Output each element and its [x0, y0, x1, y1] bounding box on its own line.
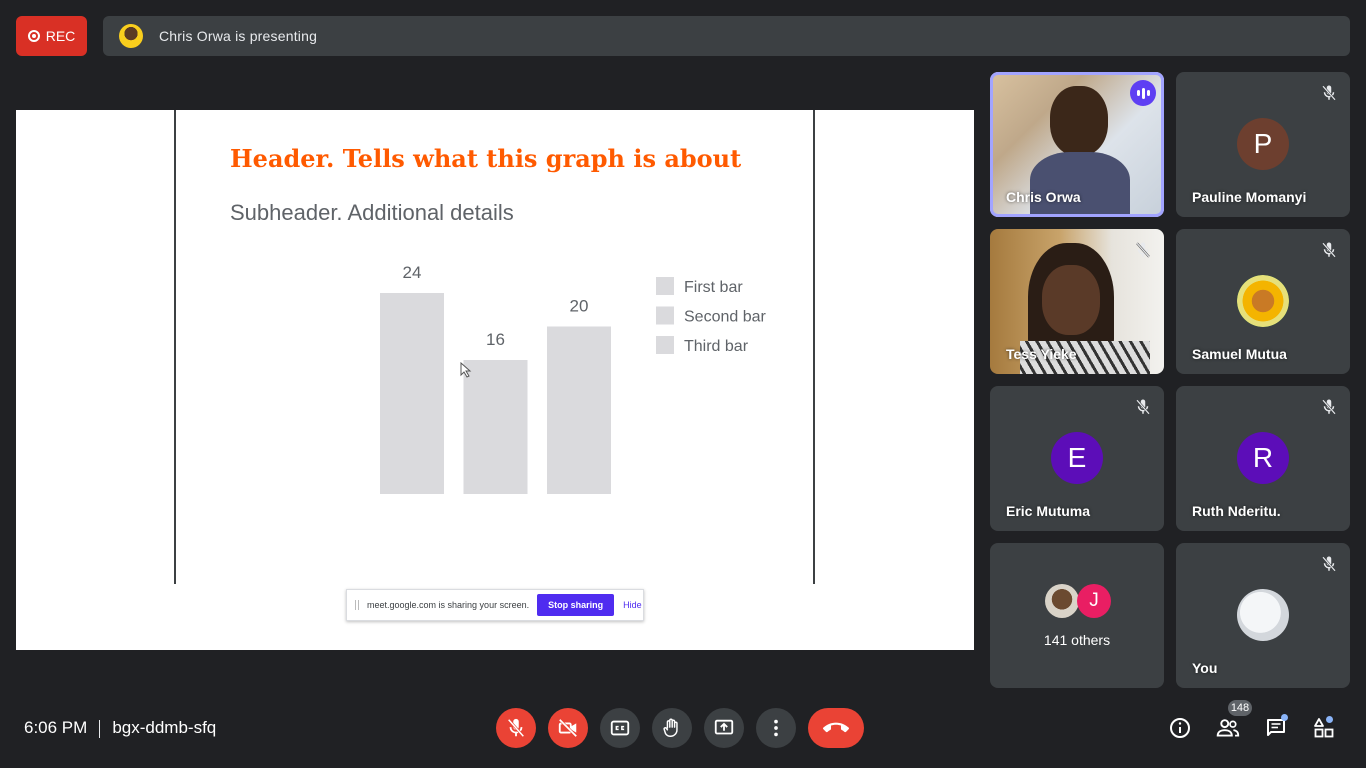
video-feed-face: [1042, 265, 1100, 335]
avatar-others-photo: [1045, 584, 1079, 618]
legend-swatch: [656, 277, 674, 295]
avatar: R: [1237, 432, 1289, 484]
speaking-indicator-icon: [1130, 80, 1156, 106]
meeting-details-button[interactable]: [1166, 714, 1194, 742]
participant-name: Pauline Momanyi: [1192, 189, 1307, 205]
info-icon: [1170, 718, 1190, 738]
meeting-info: 6:06 PM bgx-ddmb-sfq: [24, 718, 216, 738]
stop-sharing-button[interactable]: Stop sharing: [537, 594, 615, 616]
mic-off-icon: [1322, 242, 1336, 258]
participant-tile-you[interactable]: You: [1176, 543, 1350, 688]
hide-notice-link[interactable]: Hide: [623, 600, 642, 610]
bar-3: [547, 326, 611, 494]
participant-tile-tess-yieke[interactable]: Tess Yieke: [990, 229, 1164, 374]
participant-tile-chris-orwa[interactable]: Chris Orwa: [990, 72, 1164, 217]
mic-off-icon: [1322, 556, 1336, 572]
divider: [99, 719, 101, 738]
bar-value-label: 24: [403, 263, 422, 282]
rec-label: REC: [45, 28, 76, 44]
mouse-cursor-icon: [460, 362, 472, 378]
presenting-banner: Chris Orwa is presenting: [103, 16, 1350, 56]
legend-swatch: [656, 336, 674, 354]
participant-tile-samuel-mutua[interactable]: Samuel Mutua: [1176, 229, 1350, 374]
activities-button[interactable]: [1310, 714, 1338, 742]
legend-swatch: [656, 306, 674, 325]
video-feed: [1050, 86, 1108, 156]
participant-name: Ruth Nderitu.: [1192, 503, 1281, 519]
bar-2: [463, 360, 528, 494]
bar-1: [380, 293, 444, 494]
others-count-label: 141 others: [1043, 632, 1111, 648]
share-notice-text: meet.google.com is sharing your screen.: [367, 600, 530, 610]
presenter-avatar: [119, 24, 143, 48]
avatar: E: [1051, 432, 1103, 484]
camera-off-icon: [558, 718, 578, 738]
mic-off-icon: [507, 718, 525, 738]
legend-label: Second bar: [684, 309, 767, 326]
people-icon: [1216, 719, 1240, 737]
mic-off-icon: [1136, 242, 1150, 258]
participant-name: Eric Mutuma: [1006, 503, 1091, 519]
avatar: P: [1237, 118, 1289, 170]
video-feed-body: [1030, 152, 1130, 217]
camera-toggle-button[interactable]: [548, 708, 588, 748]
participant-name: Samuel Mutua: [1192, 346, 1287, 362]
bar-value-label: 20: [570, 297, 589, 316]
leave-call-button[interactable]: [808, 708, 864, 748]
participant-tile-eric-mutuma[interactable]: E Eric Mutuma: [990, 386, 1164, 531]
hand-icon: [663, 718, 678, 737]
present-screen-button[interactable]: [704, 708, 744, 748]
record-icon: [27, 30, 40, 42]
more-vert-icon: [774, 719, 778, 737]
legend-label: Third bar: [684, 338, 749, 355]
recording-indicator[interactable]: REC: [16, 16, 87, 56]
legend-label: First bar: [684, 279, 743, 296]
mic-toggle-button[interactable]: [496, 708, 536, 748]
presenting-text: Chris Orwa is presenting: [159, 28, 318, 44]
participant-name: Chris Orwa: [1006, 189, 1081, 205]
chat-notification-dot: [1281, 714, 1288, 721]
screen-share-notice: meet.google.com is sharing your screen. …: [346, 589, 644, 621]
participant-name: Tess Yieke: [1006, 346, 1077, 362]
meeting-code: bgx-ddmb-sfq: [112, 718, 217, 737]
shared-screen: Header. Tells what this graph is about S…: [16, 110, 974, 650]
bar-value-label: 16: [486, 330, 505, 349]
captions-button[interactable]: [600, 708, 640, 748]
avatar-others-initial: J: [1077, 584, 1111, 618]
activities-notification-dot: [1326, 716, 1333, 723]
participant-name: You: [1192, 660, 1218, 676]
participant-tile-others[interactable]: J 141 others: [990, 543, 1164, 688]
end-call-icon: [823, 722, 849, 733]
clock-time: 6:06 PM: [24, 718, 88, 737]
mic-off-icon: [1322, 399, 1336, 415]
avatar: [1237, 589, 1289, 641]
mic-off-icon: [1136, 399, 1150, 415]
mic-off-icon: [1322, 85, 1336, 101]
more-options-button[interactable]: [756, 708, 796, 748]
raise-hand-button[interactable]: [652, 708, 692, 748]
present-screen-icon: [714, 719, 734, 735]
closed-captions-icon: [610, 720, 630, 736]
drag-handle-icon[interactable]: [355, 600, 359, 610]
participant-tile-ruth-nderitu[interactable]: R Ruth Nderitu.: [1176, 386, 1350, 531]
avatar: [1237, 275, 1289, 327]
people-count-badge: 148: [1228, 700, 1252, 716]
participant-tile-pauline-momanyi[interactable]: P Pauline Momanyi: [1176, 72, 1350, 217]
people-button[interactable]: [1214, 714, 1242, 742]
bar-chart: 24 16 20 First bar Second bar Third bar: [380, 263, 767, 494]
